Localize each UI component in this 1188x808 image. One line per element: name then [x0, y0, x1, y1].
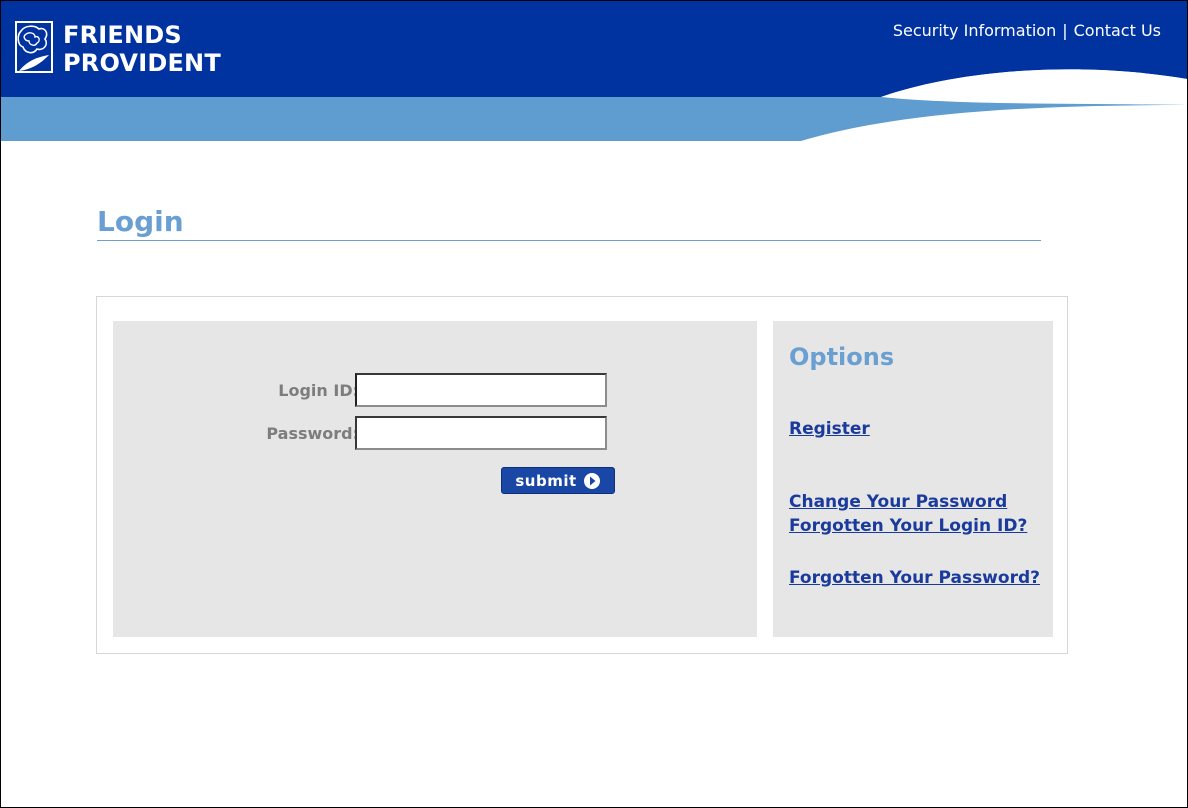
contact-us-link[interactable]: Contact Us	[1074, 21, 1161, 40]
password-label: Password:	[266, 424, 359, 443]
password-input[interactable]	[355, 416, 607, 450]
page-frame: FRIENDS PROVIDENT Security Information | C…	[0, 0, 1188, 808]
forgotten-login-id-link[interactable]: Forgotten Your Login ID?	[789, 516, 1047, 536]
login-id-row: Login ID:	[113, 373, 613, 411]
password-row: Password:	[113, 416, 613, 454]
login-form: Login ID: Password: submit	[113, 321, 757, 637]
top-nav: Security Information | Contact Us	[893, 21, 1161, 40]
brand-line-2: PROVIDENT	[63, 49, 221, 77]
submit-button[interactable]: submit	[501, 467, 615, 494]
security-information-link[interactable]: Security Information	[893, 21, 1056, 40]
options-title: Options	[789, 343, 895, 371]
site-header: FRIENDS PROVIDENT Security Information | C…	[1, 1, 1187, 141]
register-link[interactable]: Register	[789, 419, 1047, 439]
change-password-link[interactable]: Change Your Password	[789, 492, 1047, 512]
forgotten-password-link[interactable]: Forgotten Your Password?	[789, 568, 1047, 588]
brand-name: FRIENDS PROVIDENT	[63, 21, 221, 77]
brand-line-1: FRIENDS	[63, 21, 182, 49]
login-id-label: Login ID:	[278, 381, 359, 400]
options-panel: Options Register Change Your Password Fo…	[773, 321, 1053, 637]
arrow-right-circle-icon	[583, 472, 600, 489]
nav-separator: |	[1062, 21, 1068, 40]
login-panel: Login ID: Password: submit Options Regis…	[96, 296, 1068, 654]
page-title: Login	[97, 205, 1041, 241]
login-id-input[interactable]	[355, 373, 607, 407]
rose-logo-icon	[15, 21, 53, 73]
submit-label: submit	[515, 471, 577, 490]
brand-logo[interactable]: FRIENDS PROVIDENT	[15, 21, 221, 79]
